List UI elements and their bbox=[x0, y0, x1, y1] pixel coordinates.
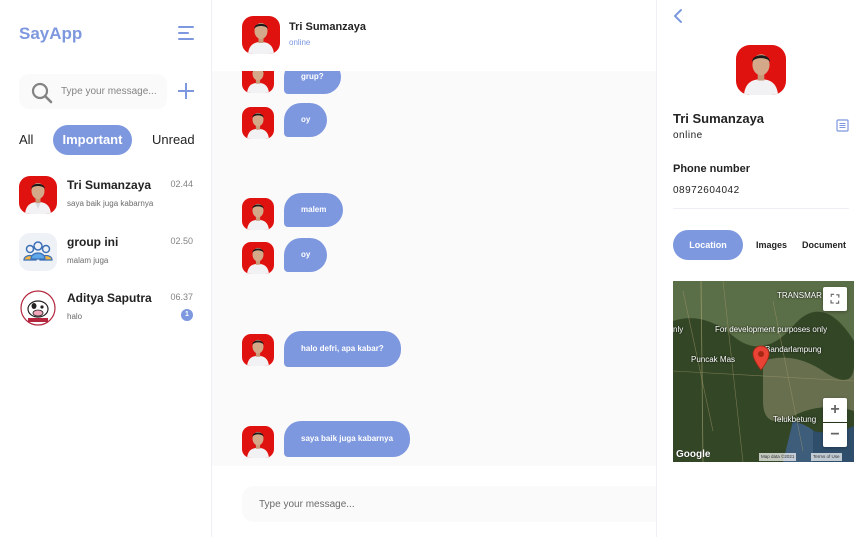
chat-preview: malam juga bbox=[67, 256, 109, 265]
sender-avatar bbox=[242, 71, 274, 93]
group-icon bbox=[19, 233, 57, 271]
app-logo: SayApp bbox=[19, 24, 83, 43]
message-list[interactable]: grup? oy malem oy halo defri, apa kabar?… bbox=[212, 71, 656, 466]
contact-avatar[interactable] bbox=[242, 16, 280, 54]
profile-name: Tri Sumanzaya bbox=[673, 111, 765, 126]
profile-avatar bbox=[736, 45, 786, 95]
sender-avatar bbox=[242, 334, 274, 366]
sender-avatar bbox=[242, 426, 274, 458]
person-avatar bbox=[19, 176, 57, 214]
message-input[interactable] bbox=[259, 486, 639, 522]
filter-all[interactable]: All bbox=[19, 125, 33, 155]
profile-panel: Tri Sumanzaya online Phone number 089726… bbox=[656, 0, 862, 537]
divider bbox=[673, 208, 849, 209]
message-bubble: saya baik juga kabarnya bbox=[284, 421, 411, 457]
contact-name: Tri Sumanzaya bbox=[289, 21, 367, 33]
back-arrow-icon[interactable] bbox=[671, 8, 685, 24]
message-bubble: halo defri, apa kabar? bbox=[284, 331, 401, 367]
map-label: Bandarlampung bbox=[765, 345, 822, 354]
filter-unread[interactable]: Unread bbox=[152, 125, 195, 155]
sender-avatar bbox=[242, 198, 274, 230]
map-label: nly bbox=[673, 325, 684, 334]
chat-list-item[interactable]: Tri Sumanzaya saya baik juga kabarnya 02… bbox=[19, 176, 195, 220]
message-bubble: oy bbox=[284, 238, 328, 272]
message-bubble: oy bbox=[284, 103, 328, 137]
chat-time: 02.44 bbox=[170, 179, 193, 189]
map-terms-link[interactable]: Terms of Use bbox=[811, 453, 842, 461]
search-icon bbox=[31, 82, 53, 104]
chat-time: 02.50 bbox=[170, 236, 193, 246]
search-box bbox=[19, 74, 167, 109]
chat-header: Tri Sumanzaya online bbox=[212, 0, 656, 71]
google-logo: Google bbox=[676, 449, 711, 460]
message-bubble: grup? bbox=[284, 71, 341, 94]
sidebar: SayApp All Important Unread Tri Sumanzay… bbox=[0, 0, 212, 537]
chat-preview: saya baik juga kabarnya bbox=[67, 199, 154, 208]
tab-location[interactable]: Location bbox=[673, 230, 743, 260]
message-icon[interactable] bbox=[836, 119, 849, 132]
chat-list-item[interactable]: group ini malam juga 02.50 bbox=[19, 233, 195, 277]
map-label: Telukbetung bbox=[773, 415, 817, 424]
sender-avatar bbox=[242, 107, 274, 139]
filter-important[interactable]: Important bbox=[53, 125, 132, 155]
chat-preview: halo bbox=[67, 312, 83, 321]
chat-name: Aditya Saputra bbox=[67, 291, 152, 305]
tab-images[interactable]: Images bbox=[756, 230, 787, 260]
sender-avatar bbox=[242, 242, 274, 274]
message-input-bar bbox=[242, 486, 656, 522]
map-label: Puncak Mas bbox=[691, 355, 736, 364]
cartoon-avatar bbox=[19, 289, 57, 327]
chat-name: Tri Sumanzaya bbox=[67, 178, 152, 192]
phone-label: Phone number bbox=[673, 163, 751, 175]
map-attribution: Map data ©2021 bbox=[759, 453, 797, 461]
phone-number: 08972604042 bbox=[673, 185, 740, 196]
zoom-out-button[interactable]: − bbox=[823, 423, 847, 447]
chat-list-item[interactable]: Aditya Saputra halo 06.37 1 bbox=[19, 289, 195, 333]
location-map[interactable]: TRANSMAR For development purposes only n… bbox=[673, 281, 854, 462]
tab-document[interactable]: Document bbox=[802, 230, 846, 260]
menu-icon[interactable] bbox=[178, 26, 194, 40]
map-label: TRANSMAR bbox=[777, 291, 822, 300]
unread-badge: 1 bbox=[181, 309, 193, 321]
chat-name: group ini bbox=[67, 235, 119, 249]
map-pin-icon[interactable] bbox=[752, 345, 770, 371]
search-input[interactable] bbox=[61, 74, 161, 109]
add-icon[interactable] bbox=[178, 83, 194, 99]
chat-time: 06.37 bbox=[170, 292, 193, 302]
contact-status: online bbox=[289, 38, 311, 47]
zoom-in-button[interactable]: + bbox=[823, 398, 847, 422]
fullscreen-icon[interactable]: ⛶ bbox=[823, 287, 847, 311]
map-label: For development purposes only bbox=[715, 325, 828, 334]
profile-status: online bbox=[673, 130, 703, 141]
message-bubble: malem bbox=[284, 193, 344, 227]
